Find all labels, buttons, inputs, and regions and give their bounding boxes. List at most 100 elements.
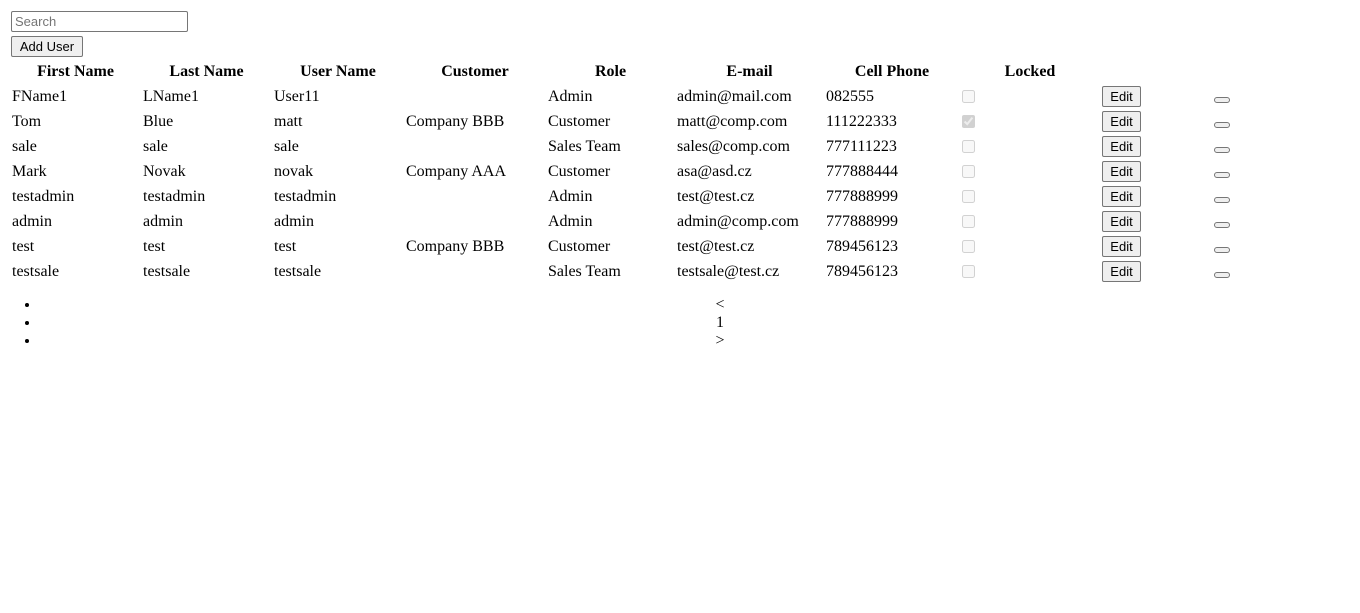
header-locked: Locked — [1004, 62, 1056, 80]
pagination: < 1 > — [0, 296, 1360, 350]
edit-button[interactable]: Edit — [1102, 136, 1141, 157]
cell-customer — [405, 85, 545, 108]
edit-button[interactable]: Edit — [1102, 186, 1141, 207]
delete-button[interactable] — [1214, 246, 1230, 253]
locked-checkbox — [962, 115, 975, 129]
edit-button[interactable]: Edit — [1102, 111, 1141, 132]
edit-button[interactable]: Edit — [1102, 86, 1141, 107]
cell-last-name: LName1 — [143, 87, 199, 105]
cell-locked — [961, 110, 1099, 133]
cell-last-name: test — [143, 237, 166, 255]
cell-phone: 789456123 — [826, 237, 898, 255]
cell-edit: Edit — [1101, 160, 1211, 183]
cell-edit: Edit — [1101, 85, 1211, 108]
pagination-page-1[interactable]: 1 — [40, 314, 1360, 332]
cell-phone: 777888999 — [826, 212, 898, 230]
cell-phone: 777888999 — [826, 187, 898, 205]
header-last-name: Last Name — [169, 62, 244, 80]
cell-customer: Company AAA — [406, 162, 506, 180]
delete-button[interactable] — [1214, 171, 1230, 178]
cell-phone: 777888444 — [826, 162, 898, 180]
locked-checkbox — [962, 265, 975, 279]
cell-email: matt@comp.com — [677, 112, 788, 130]
table-header-row: First Name Last Name User Name Customer … — [11, 60, 1323, 83]
cell-email: asa@asd.cz — [677, 162, 752, 180]
cell-edit: Edit — [1101, 260, 1211, 283]
cell-phone: 111222333 — [826, 112, 897, 130]
cell-edit: Edit — [1101, 110, 1211, 133]
cell-phone: 777111223 — [826, 137, 897, 155]
cell-first-name: Tom — [12, 112, 42, 130]
edit-button[interactable]: Edit — [1102, 211, 1141, 232]
cell-edit: Edit — [1101, 210, 1211, 233]
cell-role: Admin — [548, 187, 593, 205]
table-body: FName1 LName1 User11 Admin admin@mail.com 082… — [11, 85, 1323, 283]
delete-button[interactable] — [1214, 96, 1230, 103]
table-row: admin admin admin Admin admin@comp.com 777888… — [11, 210, 1323, 233]
cell-last-name: admin — [143, 212, 183, 230]
cell-first-name: Mark — [12, 162, 47, 180]
cell-customer: Company BBB — [406, 112, 505, 130]
cell-user-name: testadmin — [274, 187, 337, 205]
cell-edit: Edit — [1101, 235, 1211, 258]
edit-button[interactable]: Edit — [1102, 236, 1141, 257]
cell-email: sales@comp.com — [677, 137, 790, 155]
cell-locked — [961, 85, 1099, 108]
delete-button[interactable] — [1214, 196, 1230, 203]
delete-button[interactable] — [1214, 146, 1230, 153]
cell-role: Sales Team — [548, 262, 621, 280]
cell-phone: 789456123 — [826, 262, 898, 280]
pagination-next[interactable]: > — [40, 332, 1360, 350]
cell-locked — [961, 135, 1099, 158]
cell-locked — [961, 185, 1099, 208]
cell-user-name: sale — [274, 137, 299, 155]
cell-user-name: test — [274, 237, 297, 255]
cell-role: Customer — [548, 237, 611, 255]
edit-button[interactable]: Edit — [1102, 261, 1141, 282]
cell-email: admin@mail.com — [677, 87, 792, 105]
delete-button[interactable] — [1214, 271, 1230, 278]
add-user-button[interactable]: Add User — [11, 36, 83, 57]
cell-locked — [961, 235, 1099, 258]
header-customer: Customer — [441, 62, 509, 80]
table-row: Tom Blue matt Company BBB Customer matt@comp.… — [11, 110, 1323, 133]
cell-role: Customer — [548, 112, 611, 130]
cell-email: test@test.cz — [677, 237, 755, 255]
pagination-prev[interactable]: < — [40, 296, 1360, 314]
header-edit — [1101, 60, 1211, 83]
header-first-name: First Name — [37, 62, 114, 80]
cell-customer — [405, 260, 545, 283]
cell-user-name: testsale — [274, 262, 322, 280]
table-row: FName1 LName1 User11 Admin admin@mail.com 082… — [11, 85, 1323, 108]
cell-user-name: User11 — [274, 87, 320, 105]
header-email: E-mail — [726, 62, 773, 80]
cell-user-name: novak — [274, 162, 314, 180]
cell-edit: Edit — [1101, 135, 1211, 158]
cell-first-name: test — [12, 237, 35, 255]
locked-checkbox — [962, 215, 975, 229]
cell-delete — [1213, 210, 1323, 233]
delete-button[interactable] — [1214, 121, 1230, 128]
cell-customer — [405, 185, 545, 208]
cell-last-name: Blue — [143, 112, 174, 130]
cell-customer: Company BBB — [406, 237, 505, 255]
cell-phone: 082555 — [826, 87, 874, 105]
locked-checkbox — [962, 190, 975, 204]
cell-role: Sales Team — [548, 137, 621, 155]
cell-email: admin@comp.com — [677, 212, 799, 230]
cell-delete — [1213, 235, 1323, 258]
header-delete — [1213, 60, 1323, 83]
cell-user-name: admin — [274, 212, 314, 230]
search-input[interactable] — [11, 11, 188, 32]
cell-role: Admin — [548, 87, 593, 105]
table-row: test test test Company BBB Customer test@test… — [11, 235, 1323, 258]
cell-customer — [405, 210, 545, 233]
header-user-name: User Name — [300, 62, 376, 80]
cell-last-name: testsale — [143, 262, 191, 280]
locked-checkbox — [962, 240, 975, 254]
delete-button[interactable] — [1214, 221, 1230, 228]
table-row: sale sale sale Sales Team sales@comp.com 7771… — [11, 135, 1323, 158]
cell-delete — [1213, 160, 1323, 183]
edit-button[interactable]: Edit — [1102, 161, 1141, 182]
cell-role: Admin — [548, 212, 593, 230]
